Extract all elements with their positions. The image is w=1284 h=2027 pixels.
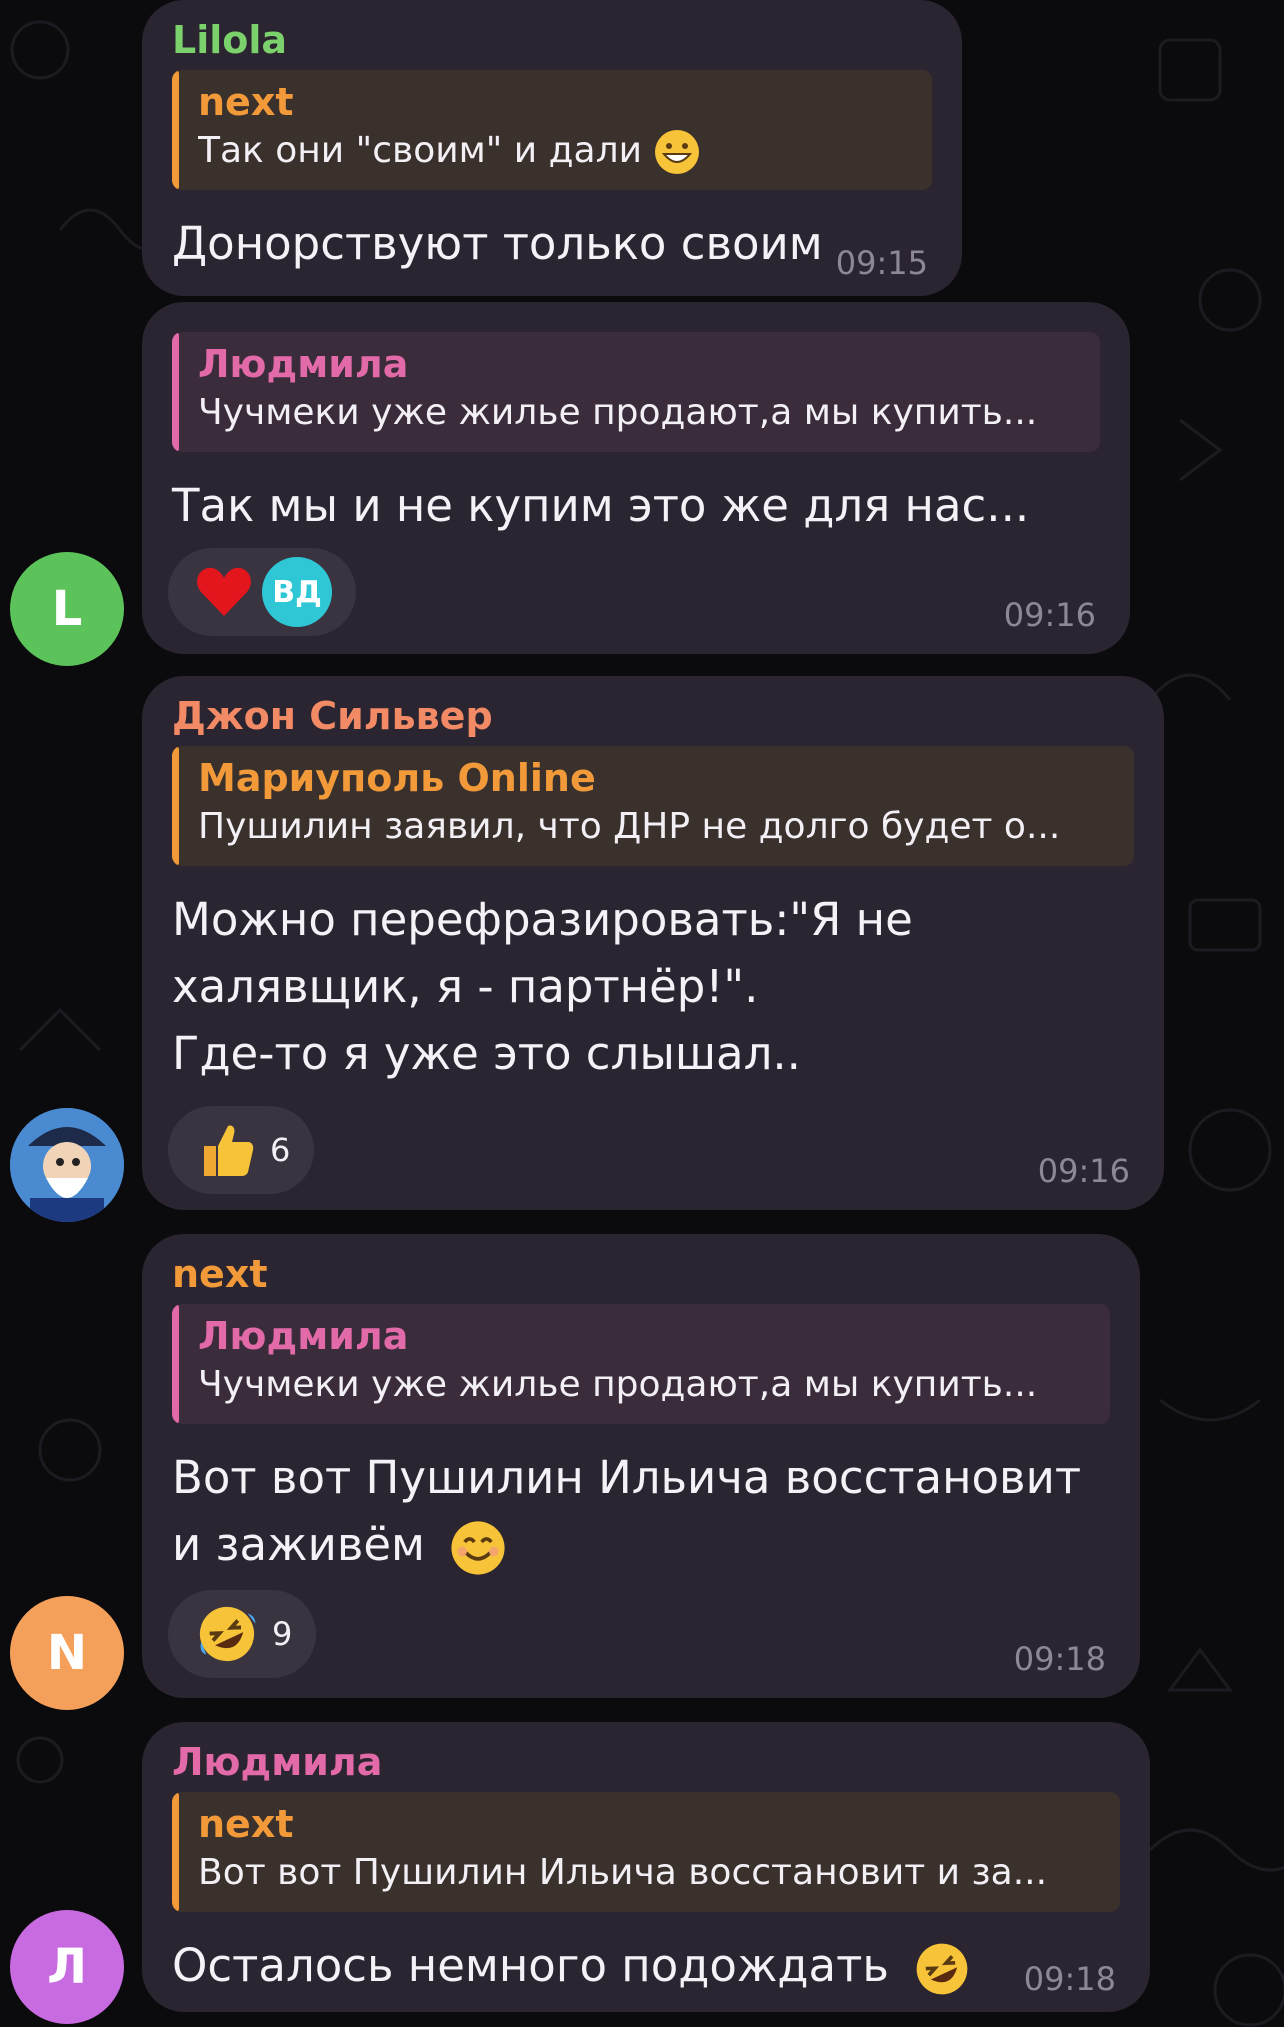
- reply-quote[interactable]: Людмила Чучмеки уже жилье продают,а мы к…: [172, 1304, 1110, 1424]
- reaction-count: 6: [270, 1131, 291, 1169]
- pirate-avatar-icon[interactable]: [10, 1108, 124, 1222]
- message-text: Донорствуют только своим: [172, 217, 823, 270]
- sender-name[interactable]: Джон Сильвер: [172, 694, 1134, 738]
- thumbs-up-icon: [204, 1125, 254, 1176]
- reply-author: Людмила: [198, 1314, 409, 1358]
- message-time: 09:18: [1023, 1960, 1116, 1998]
- sender-name[interactable]: next: [172, 1252, 1110, 1296]
- sender-name[interactable]: Lilola: [172, 18, 932, 62]
- reply-quote[interactable]: Мариуполь Online Пушилин заявил, что ДНР…: [172, 746, 1134, 866]
- smiling-emoji-icon: [451, 1521, 505, 1575]
- reply-author: Мариуполь Online: [198, 756, 596, 800]
- reply-text: Так они "своим" и дали: [198, 126, 912, 176]
- message-bubble[interactable]: Джон Сильвер Мариуполь Online Пушилин за…: [142, 676, 1164, 1210]
- reply-author: next: [198, 1802, 294, 1846]
- message-text-line: халявщик, я - партнёр!".: [172, 960, 759, 1013]
- avatar[interactable]: N: [10, 1596, 124, 1710]
- message-text-line: Можно перефразировать:"Я не: [172, 893, 913, 946]
- message-bubble[interactable]: Людмила next Вот вот Пушилин Ильича восс…: [142, 1722, 1150, 2012]
- message-time: 09:16: [1003, 596, 1096, 634]
- message-time: 09:16: [1037, 1152, 1130, 1190]
- message-bubble[interactable]: Lilola next Так они "своим" и дали Донор…: [142, 0, 962, 296]
- reaction-pill[interactable]: 9: [168, 1590, 317, 1678]
- message-bubble[interactable]: Людмила Чучмеки уже жилье продают,а мы к…: [142, 302, 1130, 654]
- reply-author: next: [198, 80, 294, 124]
- message-text: Осталось немного подождать: [172, 1932, 1120, 1999]
- reply-quote[interactable]: Людмила Чучмеки уже жилье продают,а мы к…: [172, 332, 1100, 452]
- reply-text: Вот вот Пушилин Ильича восстановит и за.…: [198, 1852, 1048, 1893]
- avatar[interactable]: L: [10, 552, 124, 666]
- message-text-line: Где-то я уже это слышал..: [172, 1027, 801, 1080]
- pirate-illustration: [10, 1108, 124, 1222]
- sender-name[interactable]: Людмила: [172, 1740, 1120, 1784]
- reaction-pill[interactable]: 6: [168, 1106, 315, 1194]
- reply-quote[interactable]: next Так они "своим" и дали: [172, 70, 932, 190]
- avatar[interactable]: Л: [10, 1910, 124, 2024]
- message-bubble[interactable]: next Людмила Чучмеки уже жилье продают,а…: [142, 1234, 1140, 1698]
- message-time: 09:18: [1013, 1640, 1106, 1678]
- heart-icon: [197, 567, 251, 616]
- reaction-count: 9: [272, 1615, 293, 1653]
- rofl-icon: [199, 1606, 256, 1662]
- reply-text: Чучмеки уже жилье продают,а мы купить...: [198, 1364, 1038, 1405]
- message-text-line: Вот вот Пушилин Ильича восстановит: [172, 1451, 1082, 1504]
- reply-quote[interactable]: next Вот вот Пушилин Ильича восстановит …: [172, 1792, 1120, 1912]
- reactor-avatar: ВД: [262, 557, 332, 627]
- reply-text: Пушилин заявил, что ДНР не долго будет о…: [198, 806, 1061, 847]
- message-time: 09:15: [835, 244, 928, 282]
- message-text-line: и заживём: [172, 1511, 1110, 1578]
- reply-text: Чучмеки уже жилье продают,а мы купить...: [198, 392, 1038, 433]
- rofl-emoji-icon: [916, 1943, 968, 1995]
- grinning-emoji-icon: [655, 130, 700, 174]
- reaction-pill[interactable]: ВД: [168, 548, 356, 636]
- reply-author: Людмила: [198, 342, 409, 386]
- message-text: Так мы и не купим это же для нас...: [172, 479, 1030, 532]
